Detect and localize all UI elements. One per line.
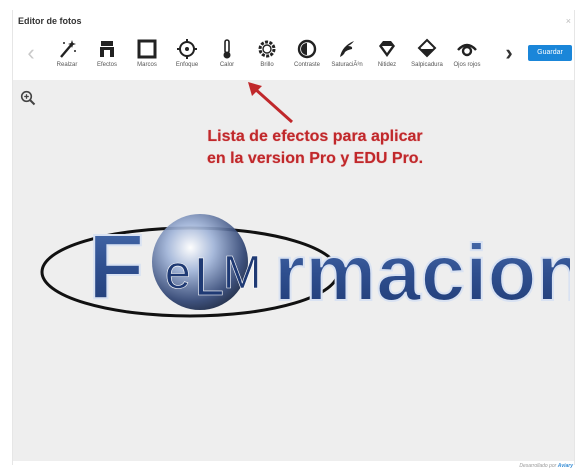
logo-letter-l: L: [194, 247, 224, 307]
tool-brillo[interactable]: Brillo: [248, 38, 286, 74]
tool-contraste[interactable]: Contraste: [288, 38, 326, 74]
brightness-icon: [258, 40, 276, 58]
frame-icon: [137, 39, 157, 59]
annotation-line-1: Lista de efectos para aplicar: [207, 128, 423, 145]
tool-label: Efectos: [96, 62, 117, 68]
sharpness-icon: [379, 41, 395, 57]
tool-calor[interactable]: Calor: [208, 38, 246, 74]
contrast-icon: [297, 39, 317, 59]
tool-label: SaturaciÃ³n: [331, 62, 363, 68]
magic-wand-icon: [60, 40, 76, 58]
save-button[interactable]: Guardar: [528, 45, 572, 61]
tool-label: Contraste: [293, 62, 320, 68]
effects-toolbar: ‹ Realzar Efectos Marcos Enfoque Calor B…: [18, 34, 572, 74]
window-title: Editor de fotos: [18, 16, 82, 26]
logo-letter-f: F: [88, 216, 144, 318]
tool-label: Realzar: [56, 62, 78, 68]
tool-label: Ojos rojos: [453, 62, 481, 68]
tool-marcos[interactable]: Marcos: [128, 38, 166, 74]
tool-label: Enfoque: [175, 62, 199, 68]
tool-label: Nitidez: [377, 62, 397, 68]
tool-saturacion[interactable]: SaturaciÃ³n: [328, 38, 366, 74]
tool-enfoque[interactable]: Enfoque: [168, 38, 206, 74]
effects-icon: [100, 41, 114, 57]
close-icon[interactable]: ×: [566, 16, 571, 26]
thermometer-icon: [223, 39, 231, 59]
annotation-text: Lista de efectos para aplicar en la vers…: [150, 126, 480, 170]
tool-efectos[interactable]: Efectos: [88, 38, 126, 74]
eye-icon: [457, 43, 477, 57]
tool-label: Salpicadura: [411, 62, 443, 68]
saturation-icon: [340, 41, 354, 57]
tool-label: Marcos: [137, 62, 157, 68]
tool-salpicadura[interactable]: Salpicadura: [408, 38, 446, 74]
formacion-logo: F e L M rmacion: [40, 214, 570, 319]
next-arrow-icon[interactable]: ›: [502, 42, 516, 64]
tool-ojos-rojos[interactable]: Ojos rojos: [448, 38, 486, 74]
focus-icon: [177, 39, 197, 59]
tool-label: Brillo: [260, 62, 274, 68]
zoom-in-icon[interactable]: [20, 90, 36, 106]
tool-realzar[interactable]: Realzar: [48, 38, 86, 74]
powered-brand[interactable]: Aviary: [558, 463, 573, 469]
logo-letter-e: e: [165, 246, 191, 298]
tool-label: Calor: [219, 62, 235, 68]
splash-icon: [417, 38, 437, 58]
powered-text: Desarrollado por: [519, 463, 557, 469]
previous-arrow-icon[interactable]: ‹: [24, 42, 38, 64]
powered-by: Desarrollado por Aviary: [519, 463, 573, 469]
tool-nitidez[interactable]: Nitidez: [368, 38, 406, 74]
annotation-line-2: en la version Pro y EDU Pro.: [206, 150, 424, 167]
logo-rest: rmacion: [274, 228, 570, 317]
logo-letter-m: M: [223, 246, 261, 298]
